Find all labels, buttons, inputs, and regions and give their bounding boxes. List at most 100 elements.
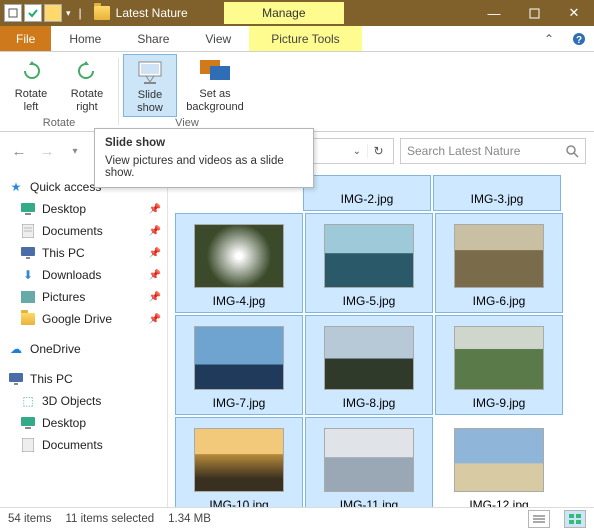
file-name: IMG-10.jpg [209,498,268,507]
tooltip-title: Slide show [105,137,303,149]
pin-icon: 📌 [149,204,161,215]
file-item[interactable]: IMG-5.jpg [305,213,433,313]
sidebar-item-3d-objects[interactable]: ⬚3D Objects [2,390,165,412]
set-as-background-button[interactable]: Set as background [179,54,251,117]
folder-icon [94,6,110,20]
sidebar-item-desktop[interactable]: Desktop📌 [2,198,165,220]
rotate-left-button[interactable]: Rotate left [4,54,58,115]
svg-text:?: ? [576,35,582,46]
sidebar-item-documents-2[interactable]: Documents [2,434,165,456]
pin-icon: 📌 [149,226,161,237]
maximize-button[interactable] [514,0,554,26]
sidebar-item-desktop-2[interactable]: Desktop [2,412,165,434]
pin-icon: 📌 [149,314,161,325]
ribbon-group-rotate: Rotate left Rotate right Rotate [0,52,118,131]
ribbon-tabs: File Home Share View Picture Tools ⌃ ? [0,26,594,52]
ribbon-collapse-icon[interactable]: ⌃ [534,26,564,51]
file-item[interactable]: IMG-12.jpg [435,417,563,507]
file-item[interactable]: IMG-2.jpg [303,175,431,211]
file-item[interactable]: IMG-7.jpg [175,315,303,415]
file-name: IMG-5.jpg [343,294,396,308]
thumbnail [324,428,414,492]
thumbnails-view-button[interactable] [564,510,586,528]
sidebar-item-onedrive[interactable]: ☁OneDrive [2,338,165,360]
file-name: IMG-12.jpg [469,498,528,507]
help-icon[interactable]: ? [564,26,594,51]
pin-icon: 📌 [149,270,161,281]
sidebar-item-this-pc-quick[interactable]: This PC📌 [2,242,165,264]
qat-dropdown-icon[interactable]: ▾ [64,8,73,19]
file-item[interactable]: IMG-11.jpg [305,417,433,507]
file-item[interactable]: IMG-8.jpg [305,315,433,415]
file-item[interactable]: IMG-10.jpg [175,417,303,507]
thumbnail [454,326,544,390]
file-name: IMG-4.jpg [213,294,266,308]
search-input[interactable]: Search Latest Nature [400,138,586,164]
selection-size: 1.34 MB [168,513,211,525]
rotate-right-icon [76,60,98,82]
projector-icon [136,59,164,85]
sidebar-item-pictures[interactable]: Pictures📌 [2,286,165,308]
documents-icon [20,223,36,239]
pc-icon [8,371,24,387]
file-item[interactable]: IMG-4.jpg [175,213,303,313]
search-icon [565,144,579,158]
window-controls: ― ✕ [474,0,594,26]
forward-button[interactable]: → [36,140,58,162]
ribbon-group-view: Slide show Set as background View [119,52,255,131]
rotate-left-icon [20,60,42,82]
desktop-icon [20,415,36,431]
pin-icon: 📌 [149,292,161,303]
cube-icon: ⬚ [20,393,36,409]
view-tab[interactable]: View [187,26,249,51]
pin-icon: 📌 [149,248,161,259]
close-button[interactable]: ✕ [554,0,594,26]
file-tab[interactable]: File [0,26,51,51]
back-button[interactable]: ← [8,140,30,162]
thumbnail [324,326,414,390]
status-bar: 54 items 11 items selected 1.34 MB [0,507,594,529]
thumbnail [194,428,284,492]
file-name: IMG-7.jpg [213,396,266,410]
thumbnail [324,224,414,288]
pictures-icon [20,289,36,305]
explorer-body: ★ Quick access Desktop📌 Documents📌 This … [0,170,594,507]
file-name: IMG-9.jpg [473,396,526,410]
navigation-pane: ★ Quick access Desktop📌 Documents📌 This … [0,170,168,507]
picture-tools-tab[interactable]: Picture Tools [249,26,361,51]
refresh-icon[interactable]: ↻ [367,144,389,158]
qat-button-1[interactable] [4,4,22,22]
address-dropdown-icon[interactable]: ⌄ [353,146,361,157]
selection-count: 11 items selected [65,513,154,525]
sidebar-item-google-drive[interactable]: Google Drive📌 [2,308,165,330]
pc-icon [20,245,36,261]
sidebar-item-documents[interactable]: Documents📌 [2,220,165,242]
thumbnail [454,428,544,492]
file-item[interactable]: IMG-3.jpg [433,175,561,211]
onedrive-icon: ☁ [8,341,24,357]
folder-icon [20,311,36,327]
slideshow-tooltip: Slide show View pictures and videos as a… [94,128,314,188]
sidebar-item-downloads[interactable]: ⬇Downloads📌 [2,264,165,286]
file-name: IMG-6.jpg [473,294,526,308]
rotate-right-button[interactable]: Rotate right [60,54,114,115]
minimize-button[interactable]: ― [474,0,514,26]
file-item[interactable]: IMG-9.jpg [435,315,563,415]
qat-button-2[interactable] [24,4,42,22]
context-tab-manage[interactable]: Manage [224,2,343,24]
qat-button-3[interactable] [44,4,62,22]
documents-icon [20,437,36,453]
ribbon: Rotate left Rotate right Rotate Slide sh… [0,52,594,132]
home-tab[interactable]: Home [51,26,119,51]
file-list[interactable]: IMG-2.jpg IMG-3.jpg IMG-4.jpg IMG-5.jpg IMG-… [168,170,594,507]
file-name: IMG-3.jpg [471,192,524,206]
share-tab[interactable]: Share [119,26,187,51]
recent-locations-icon[interactable]: ▾ [64,140,86,162]
sidebar-item-this-pc[interactable]: This PC [2,368,165,390]
details-view-button[interactable] [528,510,550,528]
thumbnail [194,224,284,288]
downloads-icon: ⬇ [20,267,36,283]
file-item[interactable]: IMG-6.jpg [435,213,563,313]
tooltip-body: View pictures and videos as a slide show… [105,155,303,179]
slideshow-button[interactable]: Slide show [123,54,177,117]
